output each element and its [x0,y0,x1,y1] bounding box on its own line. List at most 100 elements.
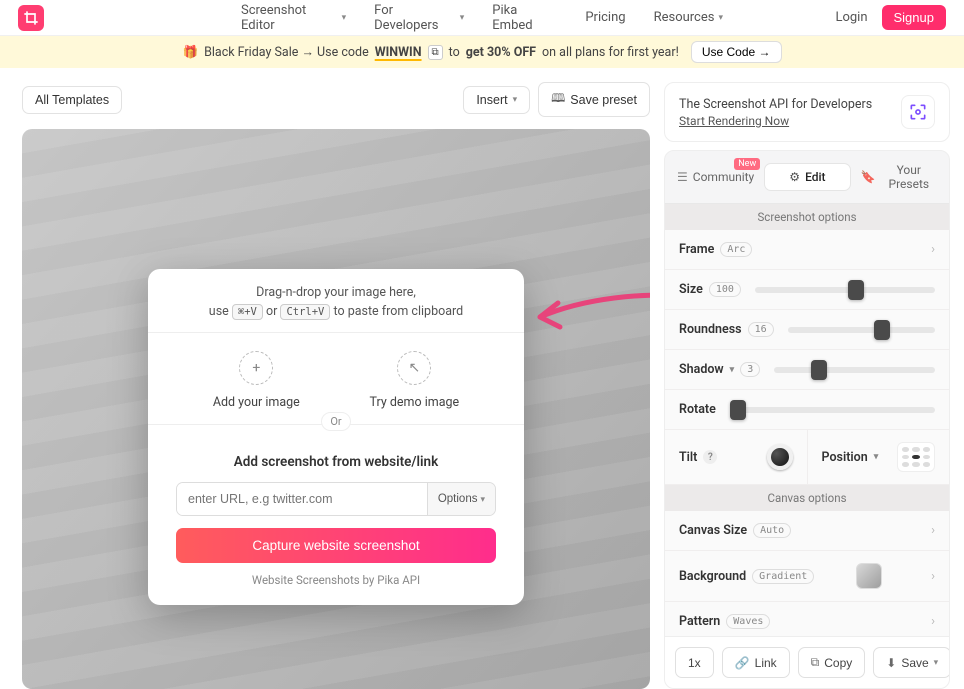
nav-editor-label: Screenshot Editor [241,3,338,33]
nav-dev-label: For Developers [374,3,456,33]
main-area: All Templates Insert▾ 🕮 Save preset Drag-… [0,68,964,689]
opt-pattern[interactable]: PatternWaves › [665,602,949,636]
tab-presets[interactable]: 🔖 Your Presets [857,157,941,197]
roundness-slider-thumb[interactable] [874,320,890,340]
add-image-label: Add your image [213,395,300,410]
api-card: The Screenshot API for Developers Start … [664,82,950,142]
opt-rotate: Rotate [665,390,949,430]
tilt-cell[interactable]: Tilt? [665,430,808,484]
chevron-down-icon: ▾ [480,494,485,505]
url-input[interactable] [177,483,427,515]
scale-button[interactable]: 1x [675,647,714,678]
nav-embed[interactable]: Pika Embed [492,3,557,33]
download-icon: ⬇ [886,656,896,670]
copy-icon: ⧉ [811,655,820,670]
canvas-size-label: Canvas Size [679,523,747,538]
nav-resources-label: Resources [654,10,715,25]
opt-shadow: Shadow ▾ 3 [665,350,949,390]
tilt-label: Tilt [679,450,697,465]
position-grid[interactable] [897,442,935,472]
rotate-slider-thumb[interactable] [730,400,746,420]
plus-icon: + [239,351,273,385]
nav-dev[interactable]: For Developers ▾ [374,3,464,33]
tilt-knob[interactable] [767,444,793,470]
frame-value: Arc [720,242,752,257]
top-nav: Screenshot Editor▾ For Developers ▾ Pika … [0,0,964,36]
nav-resources[interactable]: Resources▾ [654,3,723,33]
size-slider-thumb[interactable] [848,280,864,300]
add-image-action[interactable]: + Add your image [213,351,300,410]
save-preset-button[interactable]: 🕮 Save preset [538,82,650,117]
chevron-right-icon: › [931,242,935,257]
shadow-slider[interactable] [774,367,935,373]
opt-background[interactable]: BackgroundGradient › [665,551,949,602]
promo-bar: 🎁 Black Friday Sale → Use code WINWIN ⧉ … [0,36,964,68]
login-link[interactable]: Login [835,10,867,25]
nav-center: Screenshot Editor▾ For Developers ▾ Pika … [241,3,723,33]
use-code-button[interactable]: Use Code → [691,41,782,63]
pattern-label: Pattern [679,614,720,629]
roundness-label: Roundness [679,322,742,337]
shadow-slider-thumb[interactable] [811,360,827,380]
rotate-slider[interactable] [730,407,935,413]
signup-button[interactable]: Signup [882,5,946,30]
api-title: The Screenshot API for Developers [679,97,891,112]
drop-line1: Drag-n-drop your image here, [164,285,508,300]
save-preset-label: Save preset [570,93,637,107]
bottom-bar: 1x 🔗Link ⧉ Copy ⬇Save▾ [665,636,949,688]
capture-button[interactable]: Capture website screenshot [176,528,496,563]
opt-canvas-size[interactable]: Canvas SizeAuto › [665,511,949,551]
nav-editor[interactable]: Screenshot Editor▾ [241,3,346,33]
position-cell[interactable]: Position ▾ [808,430,950,484]
cursor-icon: ↖ [397,351,431,385]
copy-button[interactable]: ⧉ Copy [798,647,866,678]
url-options-button[interactable]: Options▾ [427,483,495,515]
sliders-icon: ⚙ [789,170,800,184]
kbd-cmd-v: ⌘+V [232,304,263,320]
tilt-position-row: Tilt? Position ▾ [665,430,949,485]
tab-edit-label: Edit [805,170,825,184]
kbd-ctrl-v: Ctrl+V [280,304,330,320]
chevron-down-icon: ▾ [874,452,879,462]
pattern-value: Waves [726,614,770,629]
chevron-down-icon: ▾ [460,13,465,23]
chevron-down-icon[interactable]: ▾ [730,365,735,375]
shadow-label: Shadow [679,362,724,377]
tabs-card: ☰ Community New ⚙ Edit 🔖 Your Presets Sc… [664,150,950,689]
shadow-value: 3 [740,362,760,377]
api-sublink[interactable]: Start Rendering Now [679,114,891,128]
chevron-down-icon: ▾ [513,94,518,105]
link-icon: 🔗 [735,656,750,670]
background-label: Background [679,569,746,584]
size-slider[interactable] [755,287,935,293]
link-button[interactable]: 🔗Link [722,647,790,678]
nav-pricing[interactable]: Pricing [585,3,625,33]
pika-api-link[interactable]: Website Screenshots by Pika API [176,573,496,587]
try-demo-action[interactable]: ↖ Try demo image [369,351,459,410]
insert-button[interactable]: Insert▾ [463,86,530,114]
tab-edit[interactable]: ⚙ Edit [764,163,850,191]
copy-label: Copy [824,656,852,670]
options-scroll[interactable]: Screenshot options FrameArc › Size100 Ro… [665,203,949,636]
tab-community[interactable]: ☰ Community New [673,164,758,190]
help-icon[interactable]: ? [703,450,717,464]
promo-suffix: on all plans for first year! [542,45,679,60]
logo[interactable] [18,5,44,31]
promo-code: WINWIN [375,45,422,60]
nav-right: Login Signup [835,5,946,30]
copy-code-icon[interactable]: ⧉ [428,45,443,60]
left-toolbar: All Templates Insert▾ 🕮 Save preset [22,82,650,117]
drop-line2: use ⌘+V or Ctrl+V to paste from clipboar… [164,304,508,320]
opt-roundness: Roundness16 [665,310,949,350]
promo-bold: get 30% OFF [466,45,536,60]
position-label: Position [822,450,868,465]
tabs-row: ☰ Community New ⚙ Edit 🔖 Your Presets [665,151,949,203]
size-label: Size [679,282,703,297]
tab-presets-label: Your Presets [881,163,937,191]
save-button[interactable]: ⬇Save▾ [873,647,950,678]
opt-frame[interactable]: FrameArc › [665,230,949,270]
bookmark-icon: 🕮 [551,89,565,110]
all-templates-button[interactable]: All Templates [22,86,122,114]
drop-header: Drag-n-drop your image here, use ⌘+V or … [148,285,524,333]
roundness-slider[interactable] [788,327,935,333]
